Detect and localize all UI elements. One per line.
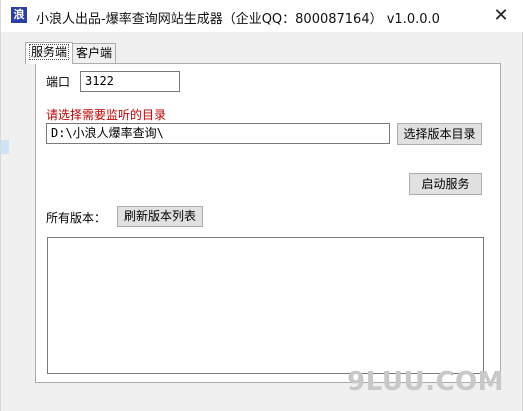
close-button[interactable]: ✕ (478, 0, 523, 32)
refresh-versions-button[interactable]: 刷新版本列表 (117, 206, 203, 227)
port-input[interactable]: 3122 (80, 71, 180, 92)
watermark: 9LUU.COM (347, 367, 504, 397)
server-panel: 端口 3122 请选择需要监听的目录 D:\小浪人爆率查询\ 选择版本目录 启动… (35, 63, 501, 383)
tab-server-label: 服务端 (29, 44, 70, 60)
port-label: 端口 (46, 75, 71, 89)
choose-dir-button[interactable]: 选择版本目录 (397, 123, 482, 145)
app-window: 浪 小浪人出品-爆率查询网站生成器（企业QQ：800087164） v1.0.0… (0, 0, 523, 411)
versions-label: 所有版本： (46, 211, 107, 225)
dir-prompt: 请选择需要监听的目录 (46, 108, 167, 122)
start-service-button[interactable]: 启动服务 (409, 173, 482, 195)
versions-list[interactable] (47, 237, 484, 374)
window-title: 小浪人出品-爆率查询网站生成器（企业QQ：800087164） v1.0.0.0 (36, 12, 440, 27)
directory-input[interactable]: D:\小浪人爆率查询\ (46, 123, 390, 144)
tab-client-label: 客户端 (76, 46, 113, 60)
left-edge-marker (1, 140, 9, 154)
app-icon: 浪 (11, 7, 27, 23)
title-bar[interactable]: 浪 小浪人出品-爆率查询网站生成器（企业QQ：800087164） v1.0.0… (1, 0, 523, 32)
tab-client[interactable]: 客户端 (72, 43, 117, 63)
tab-server[interactable]: 服务端 (25, 42, 74, 64)
